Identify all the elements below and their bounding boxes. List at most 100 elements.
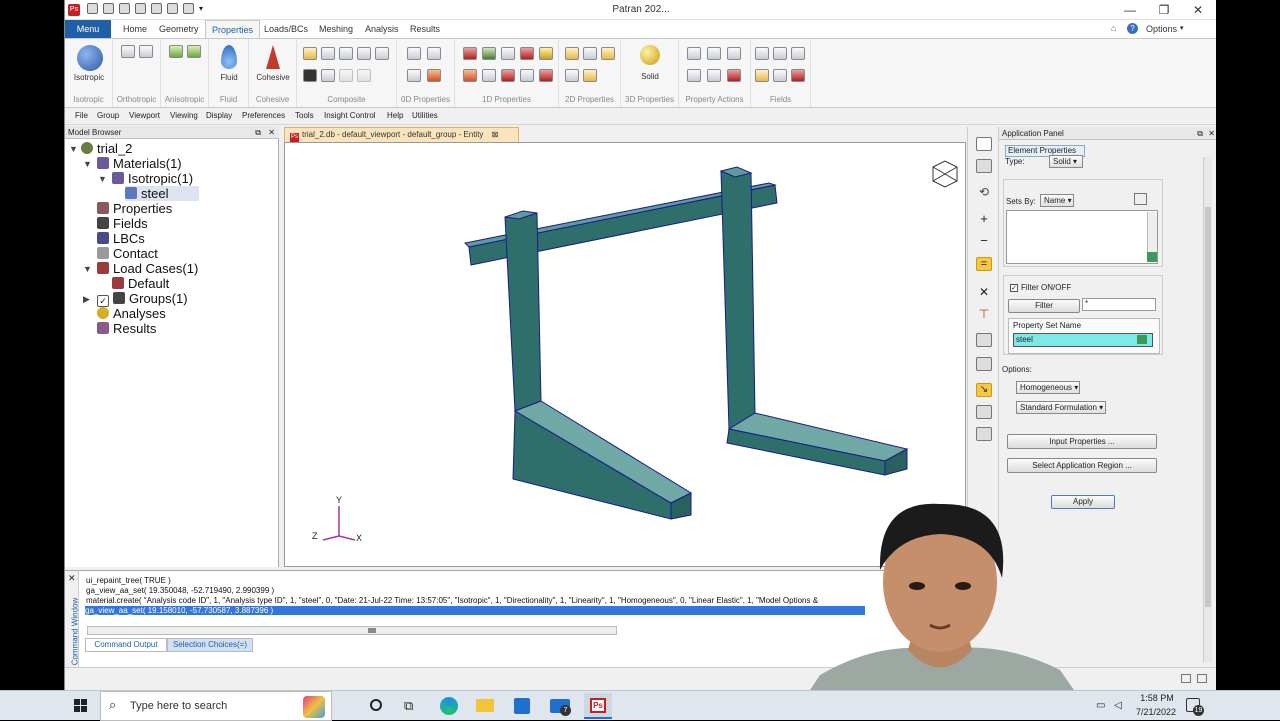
grid-select-icon[interactable] [976, 137, 992, 151]
shell-icon[interactable] [565, 47, 579, 60]
tree-item-analyses[interactable]: Analyses [97, 306, 166, 321]
menu-group[interactable]: Group [97, 111, 119, 120]
collapse-arrow-icon[interactable]: ▼ [83, 264, 92, 274]
store-icon[interactable] [514, 698, 530, 714]
fit-view-icon[interactable]: = [976, 257, 992, 271]
rotate-icon[interactable]: ⟲ [976, 185, 992, 199]
left-foot[interactable] [512, 410, 672, 520]
filter-button[interactable]: Filter [1008, 299, 1080, 313]
spring-icon[interactable] [407, 47, 421, 60]
copy-props-icon[interactable] [687, 69, 701, 82]
weld-icon[interactable] [482, 69, 496, 82]
orthotropic-3d-icon[interactable] [139, 45, 153, 58]
composite-black-icon[interactable] [303, 69, 317, 82]
hide-icon[interactable] [976, 357, 992, 371]
menu-viewport[interactable]: Viewport [129, 111, 160, 120]
property-sets-list[interactable] [1006, 210, 1158, 264]
close-tab-icon[interactable]: ⊠ [492, 130, 499, 139]
lumped-mass-icon[interactable] [427, 69, 441, 82]
rod-icon[interactable] [482, 47, 496, 60]
help-icon[interactable]: ? [1127, 23, 1138, 34]
field-material-icon[interactable] [773, 47, 787, 60]
tab-meshing[interactable]: Meshing [313, 20, 359, 38]
homogeneous-select[interactable]: Homogeneous ▾ [1016, 381, 1080, 394]
tree-item-fields[interactable]: Fields [97, 216, 148, 231]
minimize-button[interactable]: — [1113, 2, 1147, 18]
options-dropdown-icon[interactable]: ▾ [1180, 24, 1184, 32]
clock-time[interactable]: 1:58 PM [1137, 693, 1177, 703]
cbush-icon[interactable] [463, 69, 477, 82]
task-view-icon[interactable]: ⧉ [404, 698, 413, 714]
clock-date[interactable]: 7/21/2022 [1130, 707, 1182, 717]
isotropic-icon[interactable] [77, 45, 103, 71]
close-command-icon[interactable]: ✕ [68, 573, 76, 584]
tab-selection-choices[interactable]: Selection Choices(=) [167, 638, 253, 652]
maximize-button[interactable]: ❐ [1147, 2, 1181, 18]
list-scrollbar[interactable] [1147, 212, 1157, 252]
fluid-button-label[interactable]: Fluid [209, 73, 249, 82]
float-panel-icon[interactable]: ⧉ [255, 126, 261, 139]
composite-rule-of-mixtures-icon[interactable] [321, 47, 335, 60]
bending-panel-icon[interactable] [583, 69, 597, 82]
solid-button-label[interactable]: Solid [621, 72, 679, 81]
name-action-icon[interactable] [1137, 335, 1147, 344]
collapse-arrow-icon[interactable]: ▼ [83, 159, 92, 169]
composite-foam-icon[interactable] [375, 47, 389, 60]
viewport-tab[interactable]: Ps trial_2.db - default_viewport - defaul… [284, 127, 519, 142]
tree-item-groups[interactable]: ✓ Groups(1) [97, 291, 188, 307]
select-application-region-button[interactable]: Select Application Region ... [1007, 458, 1157, 473]
command-line-selected[interactable]: ga_view_aa_set( 19.158010, -57.730587, 3… [85, 606, 865, 615]
volume-icon[interactable]: ◁ [1114, 700, 1122, 711]
show-props-icon[interactable] [687, 47, 701, 60]
property-set-name-input[interactable]: steel [1013, 333, 1153, 347]
tree-item-contact[interactable]: Contact [97, 246, 158, 261]
tree-item-default[interactable]: Default [112, 276, 169, 291]
clamp-icon[interactable]: ⊤ [976, 307, 992, 321]
bar-icon[interactable] [501, 47, 515, 60]
edge-browser-icon[interactable] [440, 697, 458, 715]
list-props-icon[interactable] [707, 69, 721, 82]
anisotropic-2d-icon[interactable] [169, 45, 183, 58]
tree-item-steel[interactable]: steel [125, 186, 200, 201]
tab-geometry[interactable]: Geometry [153, 20, 205, 38]
tree-item-results[interactable]: Results [97, 321, 156, 336]
field-list-icon[interactable] [773, 69, 787, 82]
orthotropic-2d-icon[interactable] [121, 45, 135, 58]
tab-loads-bcs[interactable]: Loads/BCs [258, 20, 314, 38]
menu-preferences[interactable]: Preferences [242, 111, 285, 120]
field-delete-icon[interactable] [791, 69, 805, 82]
cortana-icon[interactable] [370, 699, 382, 711]
right-column[interactable] [720, 170, 756, 430]
damper-icon[interactable] [427, 47, 441, 60]
tab-command-output[interactable]: Command Output [85, 638, 167, 652]
menu-display[interactable]: Display [206, 111, 232, 120]
close-button[interactable]: ✕ [1181, 2, 1215, 18]
isotropic-button-label[interactable]: Isotropic [65, 73, 113, 82]
remove-props-icon[interactable] [727, 69, 741, 82]
menu-viewing[interactable]: Viewing [170, 111, 198, 120]
delete-props-icon[interactable] [727, 47, 741, 60]
tab-analysis[interactable]: Analysis [359, 20, 405, 38]
menu-tools[interactable]: Tools [295, 111, 314, 120]
file-explorer-icon[interactable] [476, 699, 494, 712]
close-panel-icon[interactable]: ✕ [1208, 127, 1215, 140]
filter-input[interactable]: * [1082, 298, 1156, 311]
notification-icon[interactable]: 19 [1186, 698, 1204, 716]
group-icon[interactable] [976, 405, 992, 419]
left-column[interactable] [504, 212, 542, 412]
close-panel-icon[interactable]: ✕ [268, 126, 275, 139]
fastener-icon[interactable] [501, 69, 515, 82]
tab-properties[interactable]: Properties [205, 20, 261, 38]
mass-icon[interactable] [407, 69, 421, 82]
solid-sphere-icon[interactable] [640, 45, 660, 65]
list-action-icon[interactable] [1147, 252, 1157, 262]
menu-file[interactable]: File [75, 111, 88, 120]
menu-insight-control[interactable]: Insight Control [324, 111, 376, 120]
windows-start-icon[interactable] [74, 699, 88, 713]
beam-icon[interactable] [463, 47, 477, 60]
network-icon[interactable]: ▭ [1096, 700, 1105, 711]
label-icon[interactable] [976, 427, 992, 441]
pipe-icon[interactable] [520, 47, 534, 60]
composite-short-fiber-icon[interactable] [357, 47, 371, 60]
shear-panel-icon[interactable] [565, 69, 579, 82]
